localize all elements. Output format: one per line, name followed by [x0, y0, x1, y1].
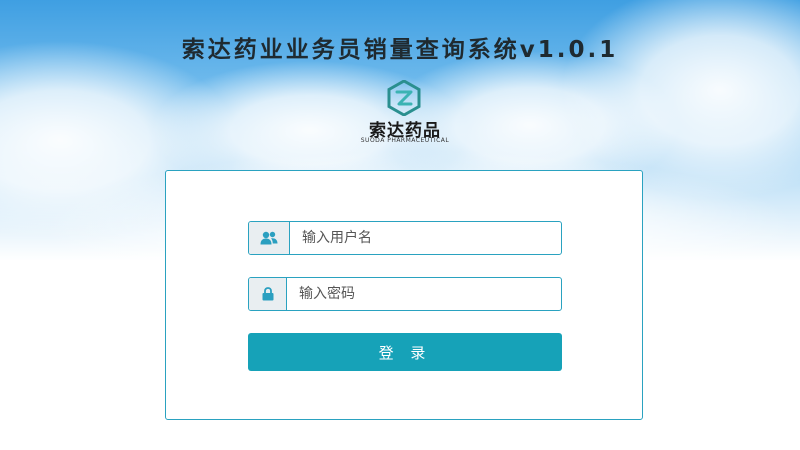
company-logo: 索达药品 SUODA PHARMACEUTICAL	[355, 80, 455, 146]
password-input[interactable]	[287, 278, 557, 310]
login-button[interactable]: 登 录	[248, 333, 562, 371]
login-page: 索达药业业务员销量查询系统v1.0.1 索达药品 SUODA PHARMACEU…	[0, 0, 800, 450]
app-title: 索达药业业务员销量查询系统v1.0.1	[181, 37, 619, 63]
password-field	[248, 277, 562, 311]
users-icon	[249, 222, 290, 254]
login-panel: 登 录	[165, 170, 643, 420]
username-field	[248, 221, 562, 255]
logo-mark-icon	[387, 80, 421, 116]
username-input[interactable]	[290, 222, 560, 254]
logo-subtitle: SUODA PHARMACEUTICAL	[360, 137, 450, 144]
lock-icon	[249, 278, 287, 310]
